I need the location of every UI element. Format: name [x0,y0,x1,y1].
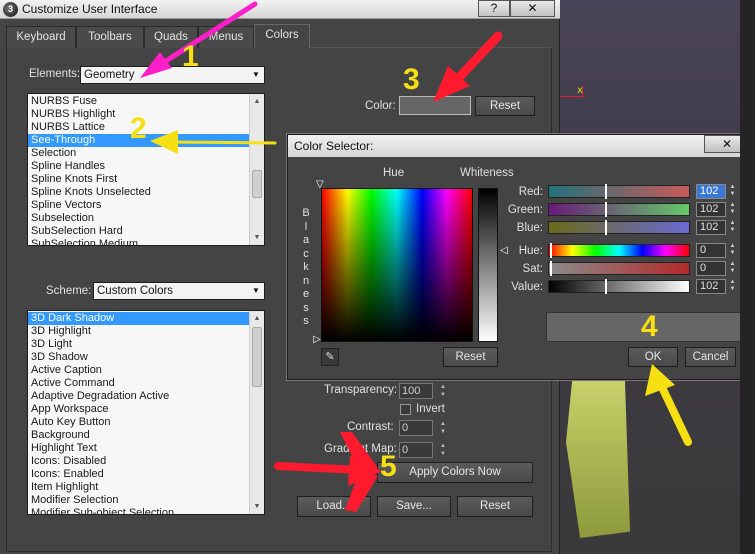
yellow-arrow-icon [645,364,692,446]
step-5-label: 5 [380,450,397,483]
red-arrow-icon [433,31,503,102]
annotation-arrows [140,1,692,512]
step-4-label: 4 [641,310,658,343]
step-2-label: 2 [130,112,147,145]
yellow-arrow-icon [150,130,277,154]
step-3-label: 3 [403,63,420,96]
step-1-label: 1 [182,40,199,73]
